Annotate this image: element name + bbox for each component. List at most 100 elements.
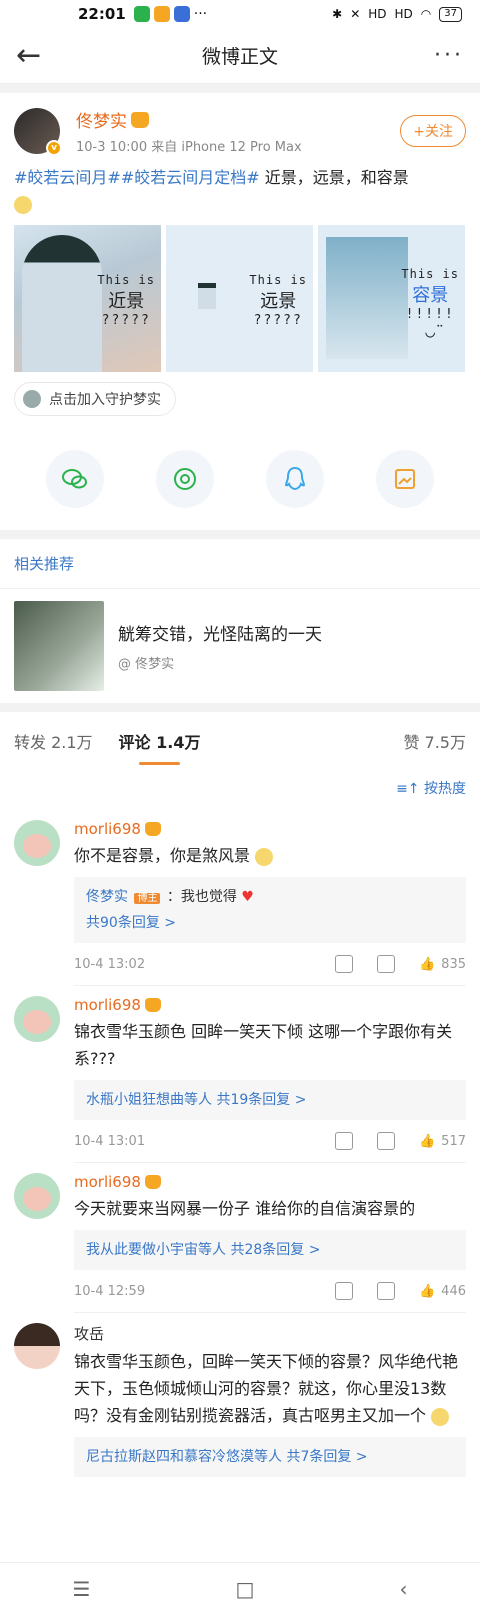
moments-icon: [174, 468, 196, 490]
wifi-icon: ◠: [420, 7, 432, 21]
commenter-name[interactable]: morli698: [74, 1173, 141, 1191]
comment-actions: 👍 835: [334, 955, 466, 973]
image-2-line1: This is: [249, 273, 307, 287]
share-row: [0, 424, 480, 530]
like-button[interactable]: 👍 835: [419, 957, 466, 972]
author-name[interactable]: 佟梦实: [76, 107, 127, 132]
comment-footer: 10-4 13:02 👍 835: [74, 955, 466, 973]
share-icon[interactable]: [334, 1282, 353, 1300]
share-moments-button[interactable]: [156, 450, 214, 508]
reply-icon[interactable]: [376, 955, 395, 973]
like-button[interactable]: 👍 446: [419, 1284, 466, 1299]
author-avatar[interactable]: v: [14, 108, 62, 156]
post-image-3[interactable]: This is 容景 !!!!! ◡̈: [318, 225, 465, 372]
post-card: v 佟梦实 10-3 10:00 来自 iPhone 12 Pro Max +关…: [0, 93, 480, 424]
bluetooth-icon: ✱: [332, 7, 343, 21]
share-wechat-button[interactable]: [46, 450, 104, 508]
comment-text-content: 锦衣雪华玉颜色，回眸一笑天下倾的容景？风华绝代艳天下，玉色倾城倾山河的容景？就这…: [74, 1352, 459, 1425]
face-emoji-icon: ◡̈: [425, 322, 436, 341]
heart-icon: ♥: [241, 889, 254, 905]
qq-icon: [284, 466, 306, 491]
home-icon[interactable]: □: [236, 1577, 255, 1601]
comment-footer: 10-4 13:01 👍 517: [74, 1132, 466, 1150]
commenter-name-row[interactable]: 攻岳: [74, 1323, 466, 1344]
commenter-avatar[interactable]: [14, 1323, 60, 1369]
post-image-2[interactable]: This is 远景 ?????: [166, 225, 313, 372]
tab-comment[interactable]: 评论 1.4万: [119, 729, 200, 765]
author-reply: 佟梦实 博主 ：我也觉得 ♥: [86, 885, 454, 911]
commenter-name[interactable]: morli698: [74, 996, 141, 1014]
back-arrow-icon[interactable]: ←: [16, 38, 56, 73]
system-nav-bar: ☰ □ ‹: [0, 1562, 480, 1614]
commenter-name[interactable]: 攻岳: [74, 1323, 104, 1344]
author-info: 佟梦实 10-3 10:00 来自 iPhone 12 Pro Max: [76, 107, 400, 155]
share-icon[interactable]: [334, 1132, 353, 1150]
comment-text: 锦衣雪华玉颜色，回眸一笑天下倾的容景？风华绝代艳天下，玉色倾城倾山河的容景？就这…: [74, 1348, 466, 1429]
reply-icon[interactable]: [376, 1132, 395, 1150]
more-replies-link[interactable]: 共19条回复 >: [216, 1092, 306, 1108]
wechat-icon: [62, 469, 87, 489]
follow-button[interactable]: +关注: [400, 115, 466, 147]
comment-body: morli698 你不是容景，你是煞风景 佟梦实 博主 ：我也觉得 ♥ 共90条…: [74, 820, 466, 986]
member-crown-icon: [131, 111, 149, 128]
hashtag-2[interactable]: #皎若云间月定档#: [121, 168, 260, 187]
save-image-button[interactable]: [376, 450, 434, 508]
comment-item: morli698 锦衣雪华玉颜色 回眸一笑天下倾 这哪一个字跟你有关系??? 水…: [0, 986, 480, 1163]
status-time: 22:01: [78, 5, 126, 23]
commenter-name-row[interactable]: morli698: [74, 996, 466, 1014]
more-replies-link[interactable]: 共7条回复 >: [286, 1449, 367, 1465]
comment-item: morli698 你不是容景，你是煞风景 佟梦实 博主 ：我也觉得 ♥ 共90条…: [0, 810, 480, 986]
reply-box[interactable]: 佟梦实 博主 ：我也觉得 ♥ 共90条回复 >: [74, 877, 466, 943]
related-item-author: @ 佟梦实: [118, 657, 175, 672]
reply-box[interactable]: 我从此要做小宇宙等人 共28条回复 >: [74, 1230, 466, 1270]
reply-users[interactable]: 我从此要做小宇宙等人: [86, 1242, 226, 1258]
reply-box[interactable]: 尼古拉斯赵四和慕容冷悠漠等人 共7条回复 >: [74, 1437, 466, 1477]
reply-text: ：我也觉得: [166, 889, 237, 905]
share-qq-button[interactable]: [266, 450, 324, 508]
tab-like[interactable]: 赞 7.5万: [403, 729, 466, 753]
like-count: 446: [441, 1283, 466, 1299]
commenter-avatar[interactable]: [14, 820, 60, 866]
sort-by-hot-button[interactable]: ≡↑ 按热度: [0, 770, 480, 810]
reply-users[interactable]: 水瓶小姐狂想曲等人: [86, 1092, 212, 1108]
menu-icon[interactable]: ☰: [73, 1577, 91, 1601]
more-options-icon[interactable]: ···: [424, 43, 464, 68]
share-icon[interactable]: [334, 955, 353, 973]
image-1-line3: ?????: [101, 313, 151, 328]
system-indicators: ✱ ✕ HD HD ◠ 37: [332, 6, 462, 22]
more-notifications: ···: [193, 6, 208, 22]
commenter-name[interactable]: morli698: [74, 820, 141, 838]
join-guard-button[interactable]: 点击加入守护梦实: [14, 382, 176, 416]
section-divider-2: [0, 530, 480, 539]
post-image-1[interactable]: This is 近景 ?????: [14, 225, 161, 372]
back-icon[interactable]: ‹: [399, 1577, 407, 1601]
reply-author[interactable]: 佟梦实: [86, 889, 128, 905]
section-divider-3: [0, 703, 480, 712]
emoji-icon: [14, 195, 32, 214]
related-item[interactable]: 觥筹交错，光怪陆离的一天 @ 佟梦实: [0, 589, 480, 703]
more-replies-link[interactable]: 共28条回复 >: [230, 1242, 320, 1258]
related-heading: 相关推荐: [0, 539, 480, 589]
save-image-icon: [395, 469, 415, 489]
author-name-row[interactable]: 佟梦实: [76, 107, 400, 132]
commenter-name-row[interactable]: morli698: [74, 820, 466, 838]
app-notification-icon: [173, 6, 190, 22]
author-badge: 博主: [134, 893, 161, 904]
comment-text-content: 你不是容景，你是煞风景: [74, 846, 251, 865]
post-images: This is 近景 ????? This is 远景 ????? This i…: [14, 225, 466, 372]
commenter-name-row[interactable]: morli698: [74, 1173, 466, 1191]
comment-body: morli698 今天就要来当网暴一份子 谁给你的自信演容景的 我从此要做小宇宙…: [74, 1173, 466, 1313]
hashtag-1[interactable]: #皎若云间月#: [14, 168, 121, 187]
more-replies-link[interactable]: 共90条回复 >: [86, 911, 454, 935]
reply-icon[interactable]: [376, 1282, 395, 1300]
like-button[interactable]: 👍 517: [419, 1134, 466, 1149]
signal-icon-1: HD: [368, 7, 387, 21]
commenter-avatar[interactable]: [14, 1173, 60, 1219]
interaction-tabs: 转发 2.1万 评论 1.4万 赞 7.5万: [0, 712, 480, 770]
tab-repost[interactable]: 转发 2.1万: [14, 729, 93, 753]
related-info: 觥筹交错，光怪陆离的一天 @ 佟梦实: [118, 620, 322, 672]
reply-users[interactable]: 尼古拉斯赵四和慕容冷悠漠等人: [86, 1449, 282, 1465]
reply-box[interactable]: 水瓶小姐狂想曲等人 共19条回复 >: [74, 1080, 466, 1120]
commenter-avatar[interactable]: [14, 996, 60, 1042]
top-nav-bar: ← 微博正文 ···: [0, 28, 480, 84]
